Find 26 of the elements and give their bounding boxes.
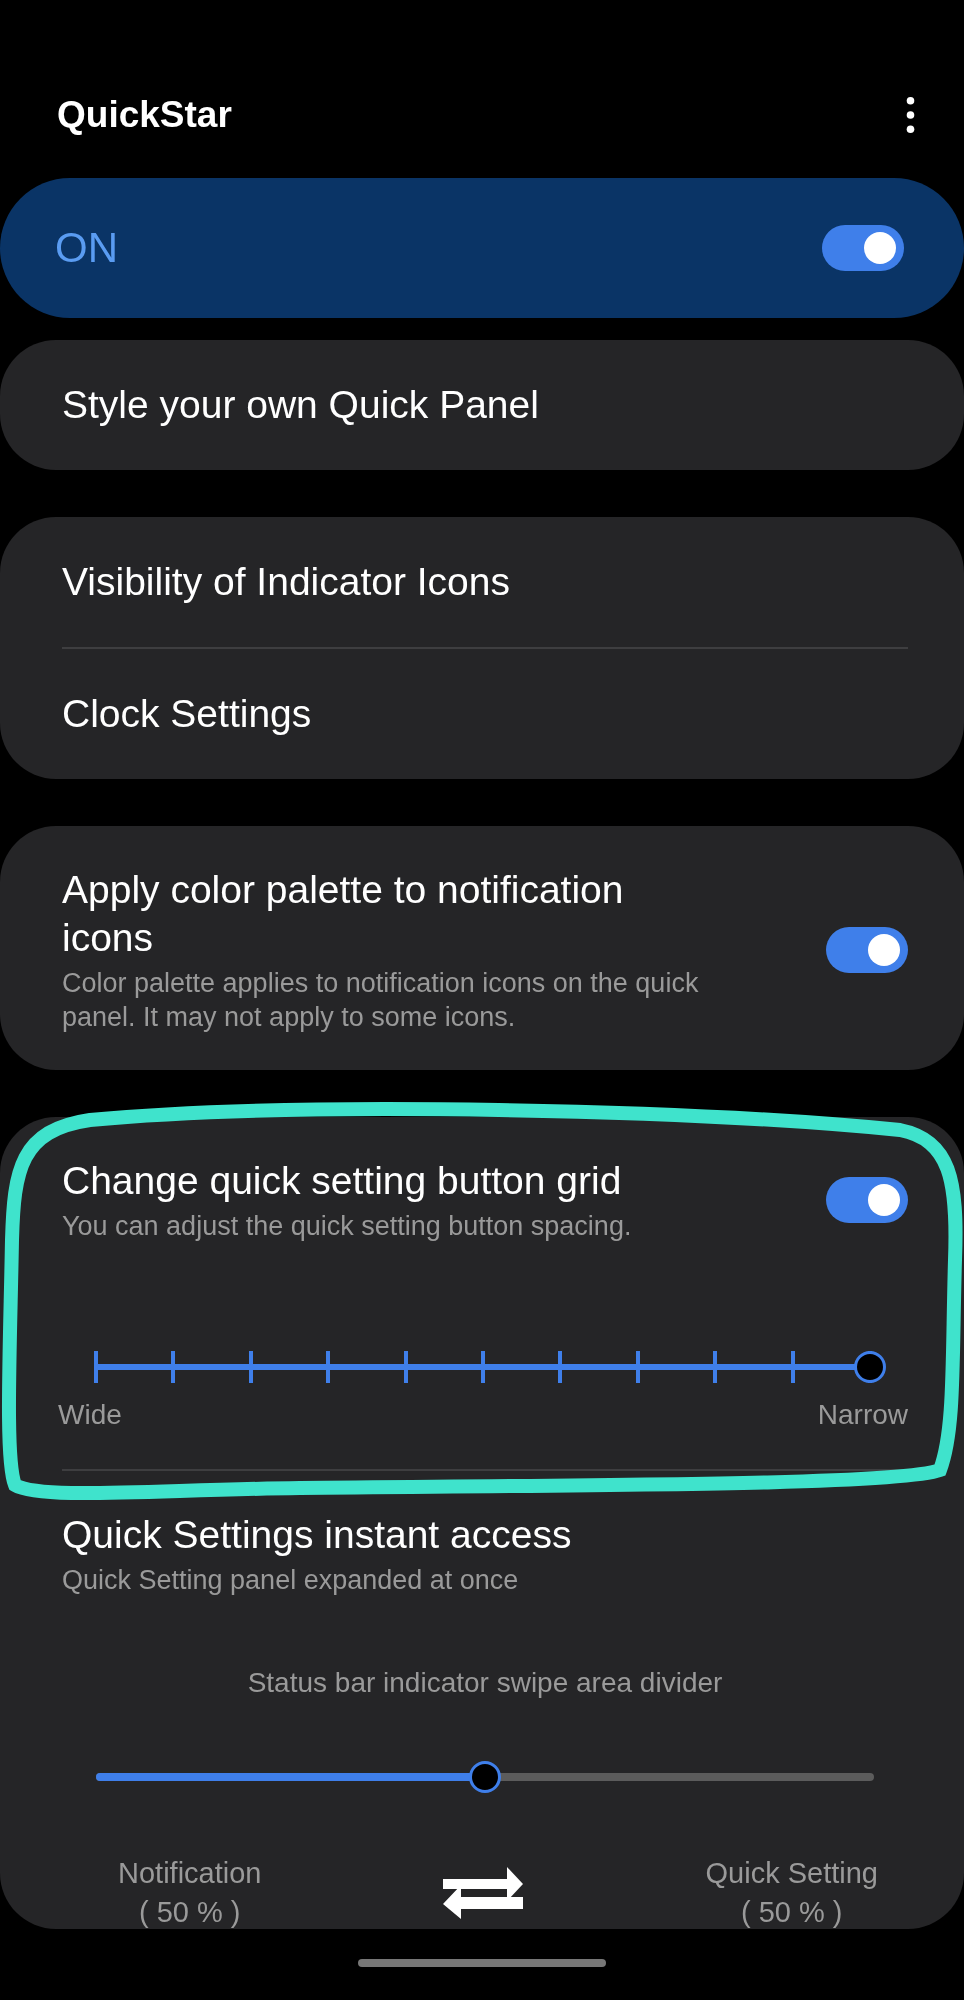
setting-link[interactable]: Clock Settings bbox=[62, 690, 722, 738]
setting-description: You can adjust the quick setting button spacing. bbox=[62, 1210, 633, 1243]
setting-title: Apply color palette to notification icons bbox=[62, 867, 625, 961]
setting-title: Quick Settings instant access bbox=[62, 1512, 573, 1558]
setting-link[interactable]: Style your own Quick Panel bbox=[62, 381, 722, 429]
slider-max-label: Narrow bbox=[817, 1399, 908, 1431]
toggle-switch[interactable] bbox=[822, 225, 904, 271]
quick-setting-label: Quick Setting bbox=[705, 1857, 878, 1890]
master-switch-bar[interactable]: ON bbox=[0, 178, 964, 318]
quick-setting-percent: ( 50 % ) bbox=[740, 1896, 843, 1929]
notification-label: Notification bbox=[118, 1857, 262, 1890]
slider-thumb[interactable] bbox=[469, 1761, 501, 1793]
swap-arrows-icon[interactable] bbox=[441, 1865, 526, 1921]
setting-description: Color palette applies to notification icons on the quick panel. It may not apply to some icons. bbox=[62, 967, 700, 1034]
setting-link[interactable]: Visibility of Indicator Icons bbox=[62, 558, 722, 606]
toggle-switch[interactable] bbox=[826, 1177, 908, 1223]
slider-thumb[interactable] bbox=[854, 1351, 886, 1383]
slider-caption: Status bar indicator swipe area divider bbox=[246, 1666, 724, 1700]
setting-title: Change quick setting button grid bbox=[62, 1158, 623, 1204]
app-title: QuickStar bbox=[57, 94, 232, 136]
notification-percent: ( 50 % ) bbox=[138, 1896, 241, 1929]
toggle-switch[interactable] bbox=[826, 927, 908, 973]
more-options-icon[interactable] bbox=[905, 96, 916, 134]
master-label: ON bbox=[55, 224, 118, 272]
setting-description: Quick Setting panel expanded at once bbox=[62, 1564, 520, 1597]
slider-min-label: Wide bbox=[58, 1399, 122, 1431]
